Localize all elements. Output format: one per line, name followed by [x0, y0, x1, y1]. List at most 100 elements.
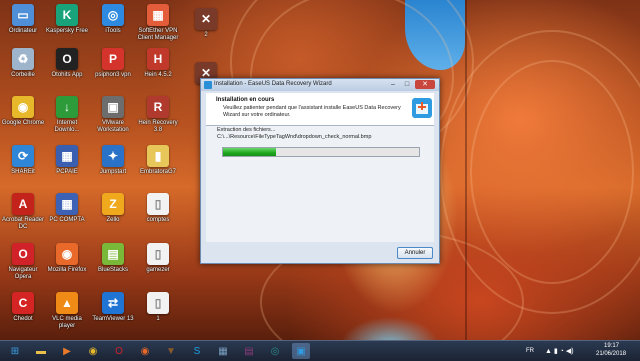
shortcut-label: BlueStacks	[97, 267, 128, 273]
desktop-shortcut[interactable]: ◉ Mozilla Firefox	[44, 243, 90, 274]
tray-icons[interactable]: ▲ ▮ ◔ ◀)	[545, 347, 574, 355]
dialog-header: Installation en cours Veuillez patienter…	[206, 93, 434, 125]
close-button[interactable]: ✕	[415, 80, 435, 89]
vpn-icon: ▦	[147, 4, 169, 26]
desktop-shortcut[interactable]: ▲ VLC media player	[44, 292, 90, 330]
desktop-shortcut[interactable]: ⟳ SHAREit	[0, 145, 46, 176]
shortcut-label: Google Chrome	[1, 120, 45, 126]
dialog-body	[206, 126, 434, 242]
shortcut-label: Acrobat Reader DC	[1, 217, 45, 230]
otohits-icon: O	[56, 48, 78, 70]
progress-fill	[223, 148, 276, 156]
kaspersky-icon: K	[56, 4, 78, 26]
skype-icon[interactable]: S	[188, 343, 206, 359]
torrent-icon[interactable]: ▼	[162, 343, 180, 359]
desktop-shortcut[interactable]: K Kaspersky Free	[44, 4, 90, 35]
cancel-button[interactable]: Annuler	[397, 247, 433, 259]
shortcut-label: Hein 4.5.2	[144, 72, 172, 78]
psiphon-icon: P	[102, 48, 124, 70]
document-icon: ▯	[147, 243, 169, 265]
desktop-shortcut[interactable]: ⇄ TeamViewer 13	[90, 292, 136, 323]
shortcut-label: Mozilla Firefox	[47, 267, 87, 273]
bluestacks-icon: ▤	[102, 243, 124, 265]
desktop-shortcut[interactable]: ▦ PC COMPTA	[44, 193, 90, 224]
desktop-shortcut[interactable]: O Otohits App	[44, 48, 90, 79]
document-icon: ▯	[147, 193, 169, 215]
shortcut-label: Corbeille	[11, 72, 35, 78]
shortcut-label: VMware Workstation	[97, 120, 129, 133]
minimize-button[interactable]: –	[387, 80, 399, 89]
desktop-shortcut[interactable]: ♻ Corbeille	[0, 48, 46, 79]
shortcut-label: 1	[156, 316, 160, 322]
input-language[interactable]: FR	[526, 348, 534, 354]
desktop-shortcut[interactable]: R Hein Recovery 3.8	[135, 96, 181, 134]
maximize-button[interactable]: □	[401, 80, 413, 89]
shortcut-label: PCPAIE	[56, 169, 78, 175]
network-icon[interactable]: ◎	[266, 343, 284, 359]
extract-file-path: C:\...\Resource\FileTypeTagWnd\dropdown_…	[217, 134, 372, 140]
vmware-icon: ▣	[102, 96, 124, 118]
shortcut-label: VLC media player	[52, 316, 82, 329]
wallpaper-crack	[465, 0, 467, 340]
firefox-icon: ◉	[56, 243, 78, 265]
desktop-shortcut[interactable]: O Navigateur Opera	[0, 243, 46, 281]
firefox-icon[interactable]: ◉	[136, 343, 154, 359]
hein-recovery-icon: R	[147, 96, 169, 118]
extract-status-label: Extraction des fichiers...	[217, 127, 276, 133]
easeus-app-icon	[204, 81, 212, 89]
desktop-shortcut[interactable]: ✕ 2	[183, 8, 229, 39]
archive-icon[interactable]: ▤	[240, 343, 258, 359]
shortcut-label: Jumpstart	[99, 169, 127, 175]
taskbar: ⊞ ▬ ▶ ◉ O ◉ ▼ S ▦ ▤ ◎ ▣ FR ▲ ▮ ◔ ◀) 19:17 21/06/201…	[0, 340, 640, 361]
desktop-shortcut[interactable]: A Acrobat Reader DC	[0, 193, 46, 231]
explorer-icon[interactable]: ▬	[32, 343, 50, 359]
installer-dialog: Installation - EaseUS Data Recovery Wiza…	[200, 78, 440, 264]
zello-icon: Z	[102, 193, 124, 215]
media-player-icon[interactable]: ▶	[58, 343, 76, 359]
desktop-shortcut[interactable]: ▯ 1	[135, 292, 181, 323]
desktop-shortcut[interactable]: ▦ SoftEther VPN Client Manager	[135, 4, 181, 42]
desktop-shortcut[interactable]: ▭ Ordinateur	[0, 4, 46, 35]
desktop-shortcut[interactable]: ▮ EmbratoraG7	[135, 145, 181, 176]
desktop-shortcut[interactable]: ◉ Google Chrome	[0, 96, 46, 127]
desktop-shortcut[interactable]: ▯ gamezer	[135, 243, 181, 274]
desktop-shortcut[interactable]: Z Zello	[90, 193, 136, 224]
installer-box-icon	[412, 98, 432, 118]
desktop-shortcut[interactable]: ▣ VMware Workstation	[90, 96, 136, 134]
shortcut-label: Otohits App	[51, 72, 83, 78]
chrome-icon[interactable]: ◉	[84, 343, 102, 359]
shortcut-label: Kaspersky Free	[45, 28, 88, 34]
clock-date[interactable]: 21/06/2018	[596, 351, 626, 357]
desktop-shortcut[interactable]: H Hein 4.5.2	[135, 48, 181, 79]
install-progress-bar	[222, 147, 420, 157]
dialog-title: Installation - EaseUS Data Recovery Wiza…	[214, 81, 332, 87]
vlc-icon: ▲	[56, 292, 78, 314]
clock-time[interactable]: 19:17	[604, 343, 619, 349]
desktop-shortcut[interactable]: ✦ Jumpstart	[90, 145, 136, 176]
wallpaper-stripe	[470, 60, 634, 284]
shortcut-icon: ✕	[195, 8, 217, 30]
folder-icon: ▮	[147, 145, 169, 167]
chrome-icon: ◉	[12, 96, 34, 118]
desktop-shortcut[interactable]: ▦ PCPAIE	[44, 145, 90, 176]
shortcut-label: gamezer	[146, 267, 170, 273]
hein-icon: H	[147, 48, 169, 70]
desktop-shortcut[interactable]: ▤ BlueStacks	[90, 243, 136, 274]
dialog-title-bar[interactable]: Installation - EaseUS Data Recovery Wiza…	[201, 79, 439, 91]
acrobat-icon: A	[12, 193, 34, 215]
teamviewer-icon: ⇄	[102, 292, 124, 314]
shortcut-label: EmbratoraG7	[139, 169, 176, 175]
shortcut-label: Navigateur Opera	[8, 267, 38, 280]
desktop-shortcut[interactable]: ◎ iTools	[90, 4, 136, 35]
desktop-shortcut[interactable]: ▯ comptes	[135, 193, 181, 224]
tools-icon[interactable]: ▦	[214, 343, 232, 359]
desktop-shortcut[interactable]: Ppsiphon3 vpn	[90, 48, 136, 79]
opera-icon[interactable]: O	[110, 343, 128, 359]
shortcut-label: comptes	[146, 217, 170, 223]
start-icon[interactable]: ⊞	[6, 343, 24, 359]
desktop-shortcut[interactable]: ↓ Internet Downlo...	[44, 96, 90, 134]
easeus-installer-icon[interactable]: ▣	[292, 343, 310, 359]
shortcut-label: Zello	[106, 217, 120, 223]
desktop-shortcut[interactable]: C Chedot	[0, 292, 46, 323]
shareit-icon: ⟳	[12, 145, 34, 167]
